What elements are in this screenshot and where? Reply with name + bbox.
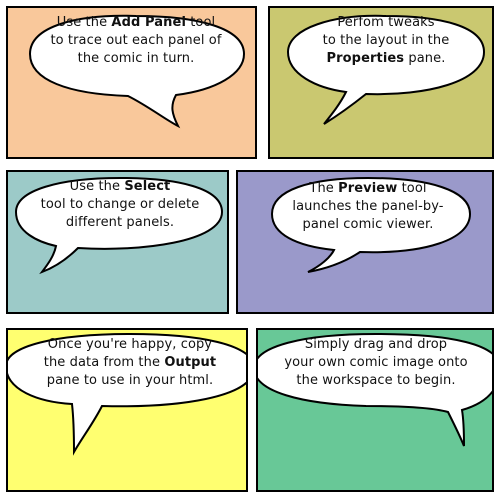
speech-bubble-6-text: Simply drag and drop your own comic imag… xyxy=(258,336,492,390)
bubble-line: different panels. xyxy=(65,215,175,230)
bubble-line: Use the Add Panel tool xyxy=(56,15,216,30)
bubble-line: Perfom tweaks xyxy=(337,15,435,30)
bubble-line: panel comic viewer. xyxy=(302,217,434,232)
bubble-line: to the layout in the xyxy=(322,33,450,48)
comic-panel-6[interactable]: Simply drag and drop your own comic imag… xyxy=(256,328,494,492)
bubble-line: tool to change or delete xyxy=(40,197,200,212)
comic-panel-2[interactable]: Perfom tweaks to the layout in the Prope… xyxy=(268,6,494,159)
comic-panel-3[interactable]: Use the Select tool to change or delete … xyxy=(6,170,229,314)
speech-bubble-1-text: Use the Add Panel tool to trace out each… xyxy=(38,14,234,68)
bubble-line: to trace out each panel of xyxy=(50,33,222,48)
bubble-line: The Preview tool xyxy=(309,181,427,196)
speech-bubble-4-text: The Preview tool launches the panel-by- … xyxy=(268,180,468,234)
speech-bubble-5-text: Once you're happy, copy the data from th… xyxy=(10,336,246,390)
comic-panel-1[interactable]: Use the Add Panel tool to trace out each… xyxy=(6,6,257,159)
bubble-line: the workspace to begin. xyxy=(296,373,456,388)
bubble-line: pane to use in your html. xyxy=(46,373,214,388)
bubble-line: Simply drag and drop xyxy=(304,337,448,352)
bubble-line: your own comic image onto xyxy=(284,355,468,370)
bubble-line: Properties pane. xyxy=(326,51,446,66)
bubble-line: the comic in turn. xyxy=(77,51,195,66)
speech-bubble-3-text: Use the Select tool to change or delete … xyxy=(26,178,214,232)
bubble-line: Once you're happy, copy xyxy=(47,337,213,352)
bubble-line: Use the Select xyxy=(69,179,171,194)
speech-bubble-2-text: Perfom tweaks to the layout in the Prope… xyxy=(296,14,476,68)
comic-panel-5[interactable]: Once you're happy, copy the data from th… xyxy=(6,328,248,492)
bubble-line: launches the panel-by- xyxy=(292,199,444,214)
comic-workspace: Use the Add Panel tool to trace out each… xyxy=(0,0,500,500)
bubble-line: the data from the Output xyxy=(43,355,217,370)
comic-panel-4[interactable]: The Preview tool launches the panel-by- … xyxy=(236,170,494,314)
